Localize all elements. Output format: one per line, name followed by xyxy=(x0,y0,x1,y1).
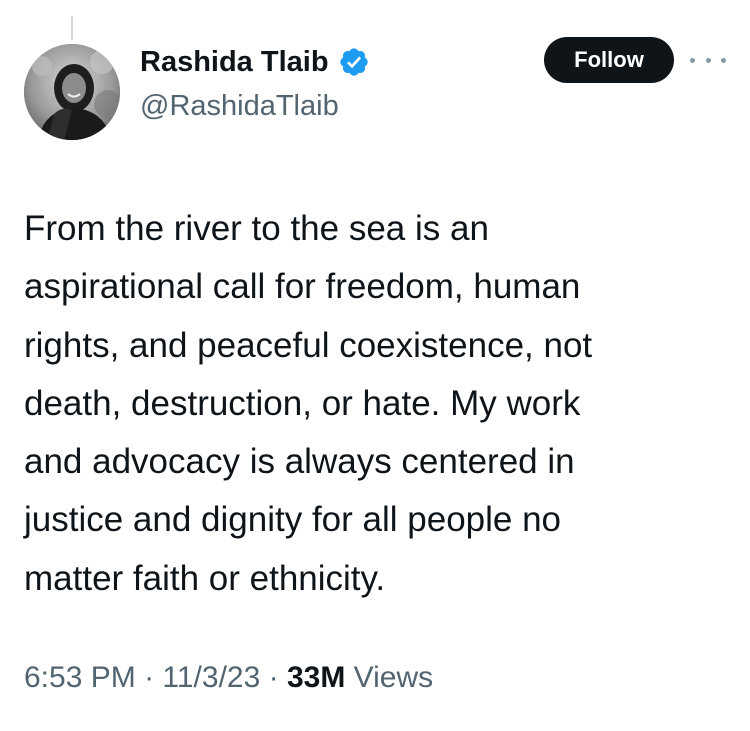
meta-separator: · xyxy=(260,661,287,694)
meta-separator: · xyxy=(135,661,163,694)
more-dot xyxy=(721,57,726,63)
tweet-text: From the river to the sea is an aspirati… xyxy=(24,200,734,608)
author-display-name[interactable]: Rashida Tlaib xyxy=(140,46,329,79)
more-dot xyxy=(690,57,695,63)
thread-connector-line xyxy=(71,16,73,40)
avatar-image xyxy=(24,44,120,140)
tweet-text-line: and advocacy is always centered in xyxy=(24,442,575,482)
tweet-metadata: 6:53 PM · 11/3/23 · 33M Views xyxy=(24,661,433,695)
tweet-text-line: matter faith or ethnicity. xyxy=(24,558,386,598)
tweet-text-line: From the river to the sea is an xyxy=(24,209,489,248)
author-handle[interactable]: @RashidaTlaib xyxy=(140,90,339,123)
tweet-text-line: aspirational call for freedom, human xyxy=(24,267,581,307)
follow-button[interactable]: Follow xyxy=(544,37,674,83)
tweet-date[interactable]: 11/3/23 xyxy=(162,661,260,694)
more-options-icon[interactable] xyxy=(690,50,726,70)
tweet-text-line: rights, and peaceful coexistence, not xyxy=(24,325,593,365)
avatar[interactable] xyxy=(24,44,120,140)
author-name-row: Rashida Tlaib xyxy=(140,42,370,82)
tweet-text-line: justice and dignity for all people no xyxy=(24,500,562,540)
more-dot xyxy=(705,57,711,63)
tweet-time[interactable]: 6:53 PM xyxy=(24,661,136,694)
verified-badge-icon[interactable] xyxy=(338,46,370,78)
views-label: Views xyxy=(345,661,434,694)
tweet-text-line: death, destruction, or hate. My work xyxy=(24,383,581,423)
views-count[interactable]: 33M xyxy=(287,661,345,694)
